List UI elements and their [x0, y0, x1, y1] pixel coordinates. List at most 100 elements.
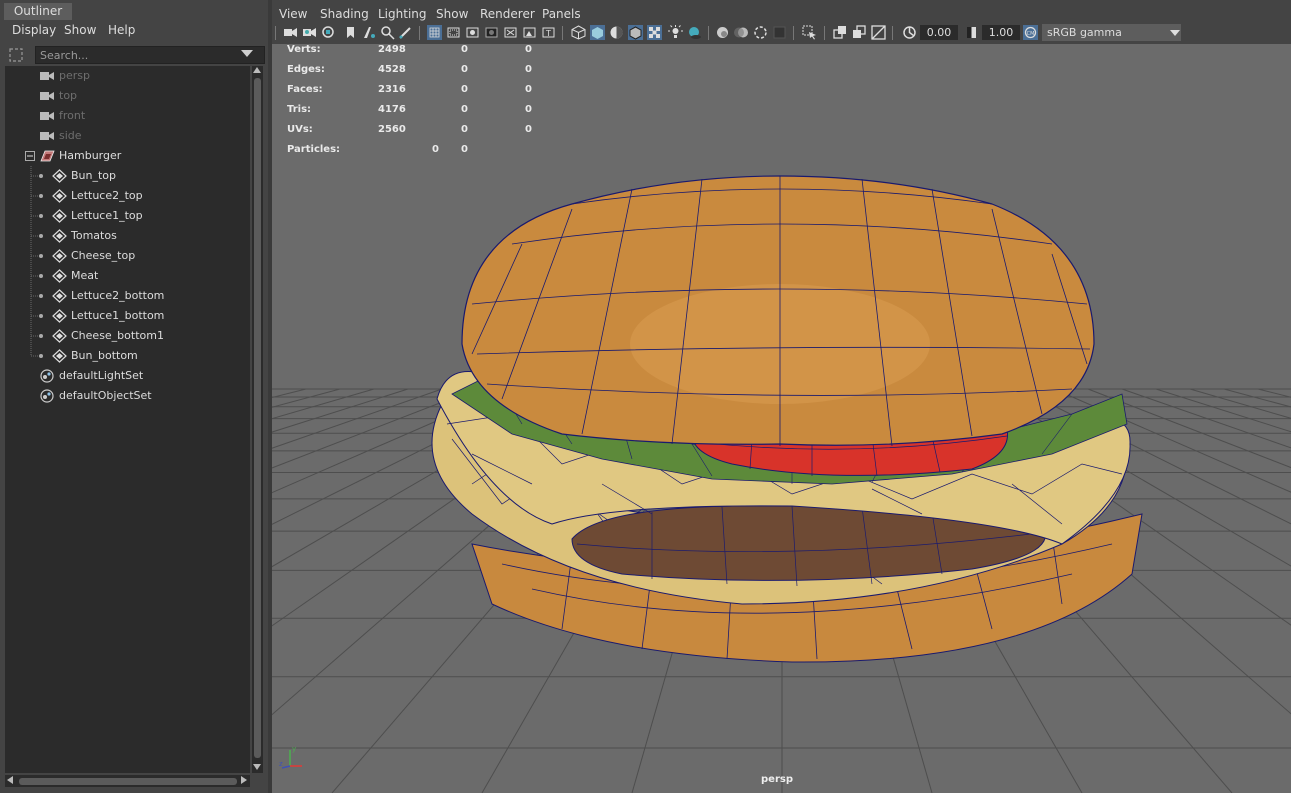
tree-item-mesh[interactable]: Cheese_bottom1 — [5, 326, 250, 346]
color-management-icon[interactable]: CM — [1023, 25, 1038, 40]
resolution-gate-icon[interactable] — [465, 25, 480, 40]
wireframe-icon[interactable] — [571, 25, 586, 40]
anti-aliasing-icon[interactable] — [753, 25, 768, 40]
isolate-select-icon[interactable] — [802, 25, 817, 40]
tree-connector-icon — [30, 166, 43, 186]
hud-value: 0 — [461, 64, 468, 75]
hud-value: 0 — [525, 84, 532, 95]
tree-item-mesh[interactable]: Lettuce2_bottom — [5, 286, 250, 306]
camera-attributes-icon[interactable] — [302, 25, 317, 40]
tree-item-label: defaultObjectSet — [59, 389, 152, 402]
gamma-field[interactable]: 1.00 — [982, 25, 1020, 40]
outliner-panel: Outliner Display Show Help persp top fro… — [0, 0, 268, 793]
safe-action-icon[interactable] — [522, 25, 537, 40]
scroll-up-arrow-icon[interactable] — [253, 67, 261, 73]
depth-of-field-icon[interactable] — [772, 25, 787, 40]
collapse-icon[interactable] — [25, 151, 35, 161]
hud-value: 4528 — [378, 64, 406, 75]
image-plane-icon[interactable] — [362, 25, 377, 40]
select-camera-icon[interactable] — [283, 25, 298, 40]
vertical-scroll-thumb[interactable] — [254, 78, 261, 758]
wireframe-on-shaded-icon[interactable] — [628, 25, 643, 40]
object-set-icon — [40, 369, 54, 383]
exposure-field[interactable]: 0.00 — [920, 25, 958, 40]
exposure-icon[interactable] — [902, 25, 917, 40]
xray-joints-icon[interactable] — [871, 25, 886, 40]
tree-item-mesh[interactable]: Bun_top — [5, 166, 250, 186]
hud-value: 0 — [525, 124, 532, 135]
menu-shading[interactable]: Shading — [320, 7, 369, 21]
scroll-down-arrow-icon[interactable] — [253, 764, 261, 770]
outliner-tab[interactable]: Outliner — [4, 3, 72, 20]
scroll-right-arrow-icon[interactable] — [241, 776, 247, 784]
mesh-icon — [52, 269, 67, 283]
tree-item-defaultlightset[interactable]: defaultLightSet — [5, 366, 250, 386]
field-chart-icon[interactable] — [503, 25, 518, 40]
bookmark-flag-icon[interactable] — [343, 25, 358, 40]
textured-icon[interactable] — [647, 25, 662, 40]
hud-value: 0 — [461, 84, 468, 95]
xray-active-components-icon[interactable] — [852, 25, 867, 40]
film-gate-icon[interactable] — [446, 25, 461, 40]
horizontal-scrollbar[interactable] — [5, 775, 250, 787]
menu-display[interactable]: Display — [12, 23, 56, 37]
horizontal-scroll-thumb[interactable] — [19, 778, 237, 785]
search-options-dropdown[interactable] — [241, 50, 253, 57]
hud-value: 4176 — [378, 104, 406, 115]
tree-item-mesh[interactable]: Bun_bottom — [5, 346, 250, 366]
tree-item-label: Lettuce1_bottom — [71, 309, 165, 322]
object-set-icon — [40, 389, 54, 403]
tree-item-mesh[interactable]: Lettuce1_top — [5, 206, 250, 226]
menu-show[interactable]: Show — [64, 23, 96, 37]
vertical-scrollbar[interactable] — [252, 66, 263, 773]
tree-item-defaultobjectset[interactable]: defaultObjectSet — [5, 386, 250, 406]
menu-renderer[interactable]: Renderer — [480, 7, 535, 21]
default-material-icon[interactable] — [609, 25, 624, 40]
gate-mask-icon[interactable] — [484, 25, 499, 40]
xray-icon[interactable] — [833, 25, 848, 40]
menu-panels[interactable]: Panels — [542, 7, 581, 21]
tree-item-front[interactable]: front — [5, 106, 250, 126]
tree-connector-icon — [30, 266, 43, 286]
two-d-pan-zoom-icon[interactable] — [380, 25, 395, 40]
scene-canvas[interactable] — [272, 44, 1291, 793]
chevron-down-icon[interactable] — [1170, 30, 1180, 36]
view-transform-select[interactable]: sRGB gamma — [1042, 24, 1181, 41]
tree-item-mesh[interactable]: Cheese_top — [5, 246, 250, 266]
bookmarks-icon[interactable] — [321, 25, 336, 40]
tree-item-mesh[interactable]: Lettuce1_bottom — [5, 306, 250, 326]
menu-help[interactable]: Help — [108, 23, 135, 37]
screen-space-ao-icon[interactable] — [715, 25, 730, 40]
tree-item-label: Cheese_top — [71, 249, 136, 262]
tree-item-persp[interactable]: persp — [5, 66, 250, 86]
menu-show[interactable]: Show — [436, 7, 468, 21]
outliner-menubar: Display Show Help — [0, 21, 268, 41]
use-all-lights-icon[interactable] — [668, 25, 683, 40]
camera-icon — [40, 72, 54, 80]
tree-item-mesh[interactable]: Meat — [5, 266, 250, 286]
3d-viewport[interactable]: Verts: 2498 0 0 Edges: 4528 0 0 Faces: 2316 0 0 Tris… — [272, 44, 1291, 793]
smooth-shade-all-icon[interactable] — [590, 25, 605, 40]
motion-blur-icon[interactable] — [734, 25, 749, 40]
camera-name-label: persp — [761, 774, 793, 785]
search-input[interactable] — [35, 46, 265, 64]
safe-title-icon[interactable]: T — [541, 25, 556, 40]
grid-toggle-icon[interactable] — [427, 25, 442, 40]
shadows-icon[interactable] — [687, 25, 702, 40]
svg-text:y: y — [292, 745, 296, 753]
tree-item-hamburger[interactable]: Hamburger — [5, 146, 250, 166]
filter-icon[interactable] — [8, 47, 24, 63]
tree-item-mesh[interactable]: Tomatos — [5, 226, 250, 246]
tree-connector-icon — [30, 346, 43, 358]
scroll-left-arrow-icon[interactable] — [7, 776, 13, 784]
tree-item-side[interactable]: side — [5, 126, 250, 146]
grease-pencil-icon[interactable] — [398, 25, 413, 40]
gamma-icon[interactable] — [964, 25, 979, 40]
tree-item-label: defaultLightSet — [59, 369, 144, 382]
menu-view[interactable]: View — [279, 7, 307, 21]
tree-item-mesh[interactable]: Lettuce2_top — [5, 186, 250, 206]
menu-lighting[interactable]: Lighting — [378, 7, 427, 21]
tree-item-top[interactable]: top — [5, 86, 250, 106]
hud-label: Verts: — [287, 44, 321, 55]
hud-value: 2498 — [378, 44, 406, 55]
